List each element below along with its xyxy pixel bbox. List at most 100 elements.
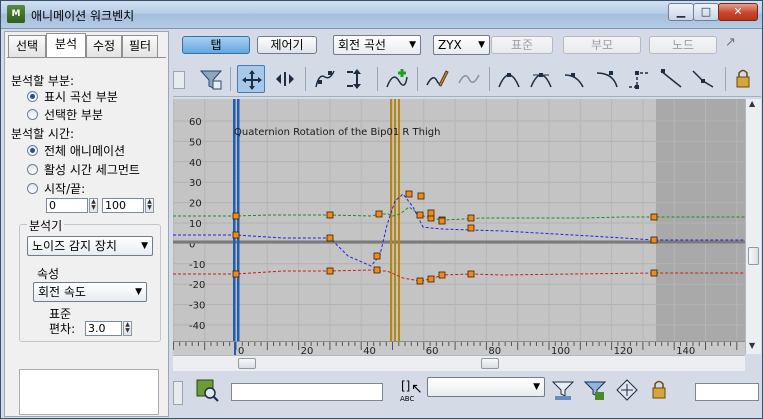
keyframe[interactable] [417, 192, 425, 200]
bottom-scroll-handle[interactable] [173, 381, 183, 405]
selection-set-dropdown[interactable]: ▼ [427, 377, 545, 397]
keyframe[interactable] [405, 190, 413, 198]
curve-graph-svg[interactable]: 6050403020100-10-20-30-40 Quaternion Rot… [173, 99, 745, 354]
keyframe[interactable] [650, 269, 658, 277]
keyframe[interactable] [438, 271, 446, 279]
scale-keys-icon[interactable] [311, 65, 339, 93]
tab-button[interactable]: 탭 [182, 36, 250, 54]
keyframe[interactable] [416, 211, 424, 219]
tangent-linear-icon[interactable] [657, 65, 685, 93]
tab-modify[interactable]: 수정 [86, 35, 122, 57]
scale-values-icon[interactable] [343, 65, 371, 93]
keyframe[interactable] [427, 209, 435, 217]
tangent-fast-icon[interactable] [561, 65, 589, 93]
end-frame-spinner[interactable]: ▲ ▼ [145, 198, 154, 213]
standard-button[interactable]: 표준 [491, 36, 553, 54]
radio-active-segment[interactable] [27, 164, 38, 175]
end-frame-input[interactable]: 100 [102, 198, 144, 213]
parent-button[interactable]: 부모 [563, 36, 641, 54]
zoom-region-icon[interactable] [193, 376, 221, 404]
time-ruler-svg: 0 20 40 60 80 100 120 140 [172, 342, 738, 357]
lock-selection-icon[interactable] [645, 376, 673, 404]
filter-keys-icon[interactable] [549, 376, 577, 404]
radio-selected-part-label: 선택한 부분 [44, 108, 104, 122]
filter-icon[interactable] [197, 65, 225, 93]
horizontal-scroll-thumb-right[interactable] [481, 358, 499, 369]
keyframe[interactable] [650, 213, 658, 221]
graph-horizontal-scrollbar[interactable] [173, 355, 745, 371]
tab-filter[interactable]: 필터 [122, 35, 158, 57]
move-keys-icon[interactable] [237, 65, 265, 93]
analyzer-dropdown[interactable]: 노이즈 감지 장치 ▼ [27, 236, 153, 256]
minimize-button[interactable]: ▁ [668, 3, 694, 21]
add-keys-icon[interactable] [383, 65, 411, 93]
keyframe[interactable] [416, 277, 424, 285]
radio-selected-part[interactable] [27, 109, 38, 120]
horizontal-scroll-thumb-left[interactable] [238, 358, 256, 369]
tangent-custom-icon[interactable] [527, 65, 555, 93]
keyframe[interactable] [438, 217, 446, 225]
lock-icon[interactable] [731, 65, 753, 93]
value-field[interactable] [695, 383, 759, 401]
draw-curves-icon[interactable] [423, 65, 451, 93]
property-dropdown[interactable]: 회전 속도 ▼ [33, 282, 147, 302]
keyframe[interactable] [326, 234, 334, 242]
controller-button[interactable]: 제어기 [257, 36, 317, 54]
keyframe[interactable] [326, 211, 334, 219]
keyframe[interactable] [467, 270, 475, 278]
node-button[interactable]: 노드 [649, 36, 717, 54]
graph-vertical-scrollbar[interactable]: ▲ ▼ [745, 99, 761, 354]
filter-selected-icon[interactable] [581, 376, 609, 404]
keyframe[interactable] [467, 214, 475, 222]
scroll-down-icon[interactable]: ▼ [749, 341, 755, 350]
tab-analyze[interactable]: 분석 [46, 33, 86, 58]
title-bar[interactable]: M 애니메이션 워크벤치 ▁ □ ✕ [1, 1, 762, 29]
analyzer-value: 노이즈 감지 장치 [32, 239, 117, 253]
time-ruler[interactable]: 0 20 40 60 80 100 120 140 [172, 341, 745, 357]
scroll-up-icon[interactable]: ▲ [749, 99, 755, 108]
property-label: 속성 [37, 267, 60, 281]
reduce-keys-icon[interactable] [455, 65, 483, 93]
keyframe[interactable] [375, 210, 383, 218]
tangent-smooth-icon[interactable] [689, 65, 717, 93]
workbench-window: M 애니메이션 워크벤치 ▁ □ ✕ 선택 분석 수정 필터 분석할 부분: 표… [0, 0, 763, 419]
close-button[interactable]: ✕ [718, 3, 758, 21]
tangent-slow-icon[interactable] [593, 65, 621, 93]
radio-entire-animation[interactable] [27, 145, 38, 156]
keyframe[interactable] [232, 212, 240, 220]
radio-start-end[interactable] [27, 183, 38, 194]
icon-toolbar [173, 61, 761, 97]
arrow-up-right-icon[interactable]: ↗ [725, 35, 736, 50]
radio-displayed-curves[interactable] [27, 91, 38, 102]
keyframe[interactable] [373, 266, 381, 274]
keyframe[interactable] [326, 267, 334, 275]
tangent-step-icon[interactable] [625, 65, 653, 93]
minimize-icon: ▁ [676, 5, 686, 18]
std-dev-spinner[interactable]: ▲ ▼ [123, 321, 132, 336]
axis-order-dropdown[interactable]: ZYX ▼ [433, 35, 490, 55]
separator [305, 67, 306, 91]
start-frame-spinner[interactable]: ▲ ▼ [89, 198, 98, 213]
maximize-button[interactable]: □ [693, 3, 719, 21]
tab-select[interactable]: 선택 [8, 35, 46, 57]
y-tick-label: -20 [189, 280, 205, 291]
keyframe[interactable] [650, 236, 658, 244]
keyframe[interactable] [232, 231, 240, 239]
std-dev-input[interactable]: 3.0 [85, 321, 122, 336]
tangent-auto-icon[interactable] [495, 65, 523, 93]
vertical-scroll-thumb[interactable] [748, 247, 759, 265]
start-frame-input[interactable]: 0 [46, 198, 88, 213]
key-time-field[interactable] [231, 383, 383, 401]
left-panel: 선택 분석 수정 필터 분석할 부분: 표시 곡선 부분 선택한 부분 분석할 … [4, 31, 169, 417]
key-mode-icon[interactable] [613, 376, 641, 404]
keyframe[interactable] [373, 252, 381, 260]
slide-keys-icon[interactable] [271, 65, 299, 93]
pointer-icon[interactable]: ↖ [411, 381, 423, 397]
keyframe[interactable] [427, 275, 435, 283]
keyframe[interactable] [232, 270, 240, 278]
y-tick-label: 40 [189, 158, 202, 169]
curve-type-dropdown[interactable]: 회전 곡선 ▼ [333, 35, 421, 55]
keyframe[interactable] [467, 224, 475, 232]
toolbar-scroll-handle[interactable] [173, 71, 185, 89]
curve-graph[interactable]: 60 50 40 30 20 10 0 -10 -20 -30 -40 Quaternion Rot… [173, 99, 745, 354]
